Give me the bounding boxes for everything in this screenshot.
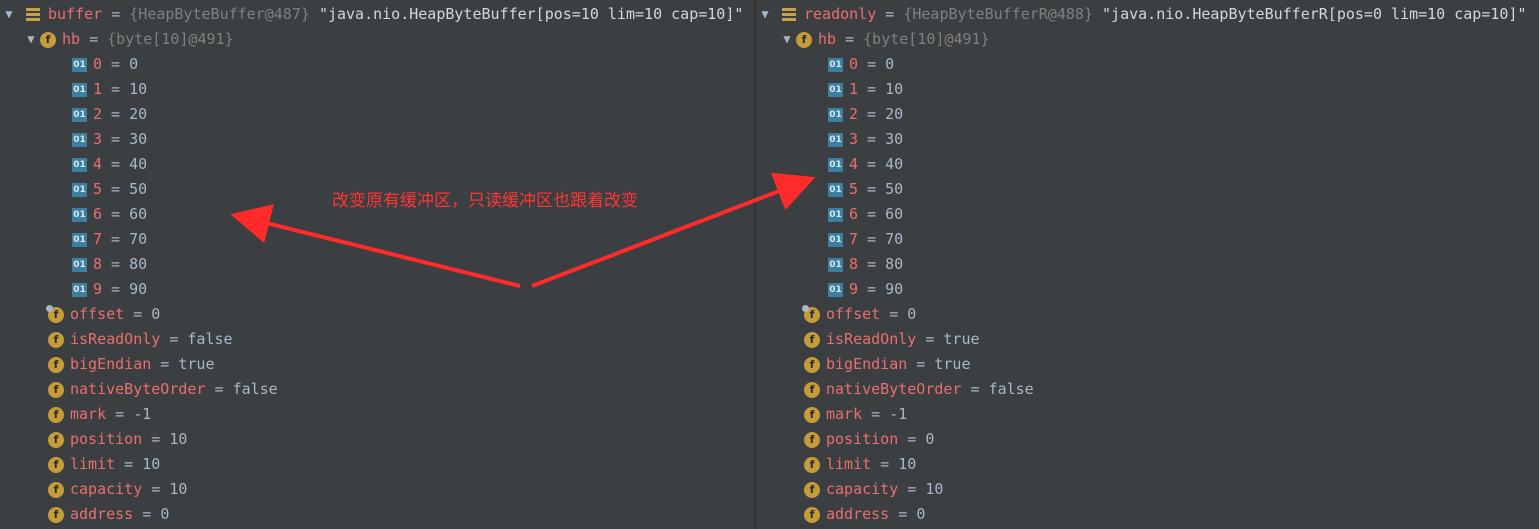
annotation-text: 改变原有缓冲区，只读缓冲区也跟着改变: [332, 191, 638, 211]
arrow-to-left-values: [230, 204, 521, 288]
annotation-arrows: [230, 172, 816, 288]
